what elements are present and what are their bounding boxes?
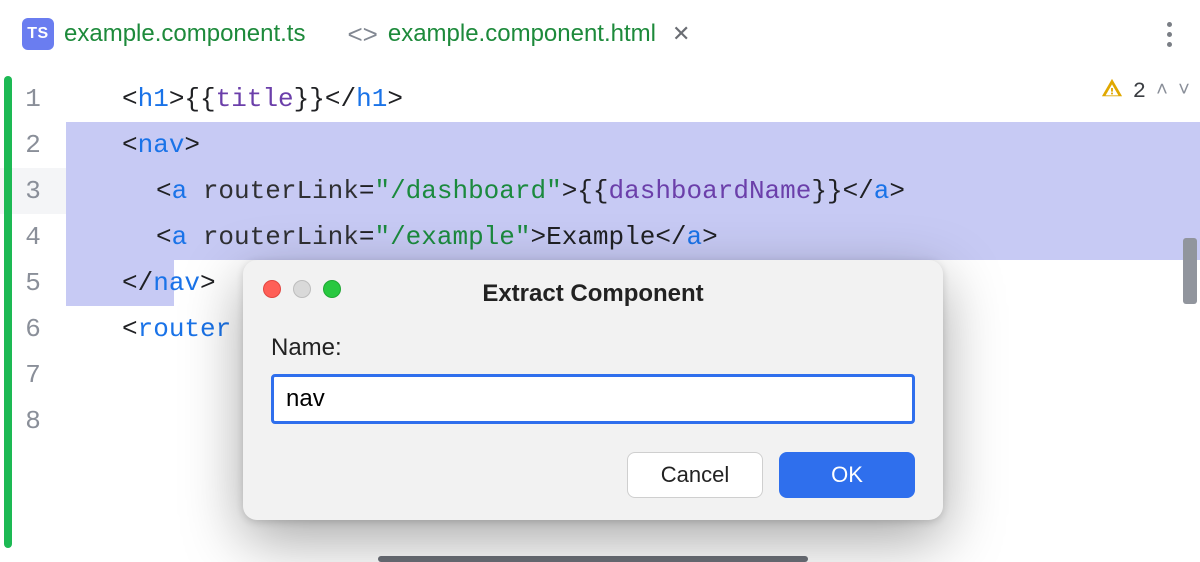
code-line: <a routerLink="/example">Example</a> — [66, 214, 1200, 260]
close-window-icon[interactable] — [263, 280, 281, 298]
window-traffic-lights — [263, 280, 341, 298]
vcs-change-stripe — [4, 76, 12, 548]
code-line: <h1>{{title}}</h1> — [66, 76, 1200, 122]
editor-tabbar: TS example.component.ts <> example.compo… — [0, 0, 1200, 68]
scrollbar-thumb[interactable] — [1183, 238, 1197, 304]
tab-example-html[interactable]: <> example.component.html ✕ — [331, 0, 716, 68]
tab-example-ts[interactable]: TS example.component.ts — [6, 0, 331, 68]
ts-file-icon: TS — [22, 18, 54, 50]
dialog-title: Extract Component — [269, 278, 917, 328]
tab-label: example.component.html — [388, 20, 656, 48]
minimize-window-icon[interactable] — [293, 280, 311, 298]
cancel-button[interactable]: Cancel — [627, 452, 763, 498]
tab-label: example.component.ts — [64, 20, 305, 48]
line-gutter: 1 2 3 4 5 6 7 8 — [0, 68, 66, 560]
code-line: <a routerLink="/dashboard">{{dashboardNa… — [66, 168, 1200, 214]
extract-component-dialog: Extract Component Name: Cancel OK — [243, 260, 943, 520]
tab-overflow-menu[interactable] — [1159, 14, 1180, 55]
code-line: <nav> — [66, 122, 1200, 168]
zoom-window-icon[interactable] — [323, 280, 341, 298]
close-icon[interactable]: ✕ — [672, 21, 690, 47]
html-file-icon: <> — [347, 19, 377, 50]
name-label: Name: — [271, 334, 915, 362]
ok-button[interactable]: OK — [779, 452, 915, 498]
component-name-input[interactable] — [271, 374, 915, 424]
